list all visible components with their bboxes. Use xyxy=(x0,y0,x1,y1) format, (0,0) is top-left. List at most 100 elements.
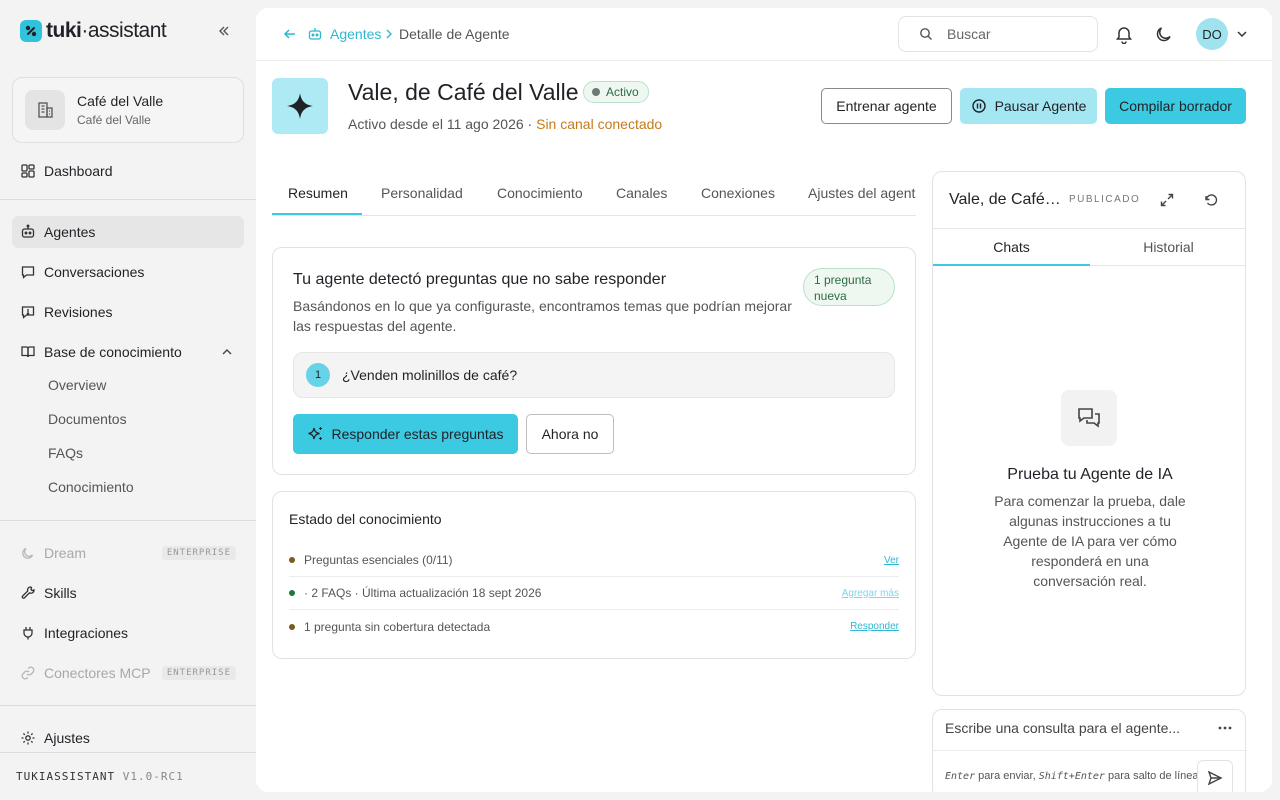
sidebar-item-skills[interactable]: Skills xyxy=(12,577,244,609)
expand-icon[interactable] xyxy=(1159,192,1175,208)
dashboard-icon xyxy=(20,163,36,179)
agent-subtitle: Activo desde el 11 ago 2026 · Sin canal … xyxy=(348,116,662,132)
compile-draft-button[interactable]: Compilar borrador xyxy=(1105,88,1246,124)
preview-title: Vale, de Café del Valle xyxy=(949,191,1061,208)
gear-icon xyxy=(20,730,36,746)
breadcrumb-current: Detalle de Agente xyxy=(399,26,510,42)
send-icon[interactable] xyxy=(1197,760,1233,792)
sidebar-item-label: Dream xyxy=(44,545,87,561)
active-tab-indicator xyxy=(933,264,1090,266)
robot-icon xyxy=(307,26,323,42)
chevron-down-icon[interactable] xyxy=(1235,27,1249,41)
sidebar-item-label: Agentes xyxy=(44,224,96,240)
breadcrumb-agentes-link[interactable]: Agentes xyxy=(330,26,381,42)
sidebar-subitem-documentos[interactable]: Documentos xyxy=(48,409,127,429)
knowledge-row: Preguntas esenciales (0/11) Ver xyxy=(289,544,899,577)
search-input[interactable] xyxy=(947,26,1077,42)
sidebar-item-revisiones[interactable]: Revisiones xyxy=(12,296,244,328)
sidebar-divider xyxy=(0,705,256,706)
sidebar-item-label: Conversaciones xyxy=(44,264,145,280)
responder-link[interactable]: Responder xyxy=(850,621,899,632)
sidebar-item-label: Base de conocimiento xyxy=(44,344,182,360)
new-questions-badge: 1 pregunta nueva xyxy=(803,268,895,306)
reset-icon[interactable] xyxy=(1203,192,1219,208)
search-icon xyxy=(920,28,932,40)
tab-historial[interactable]: Historial xyxy=(1090,239,1245,255)
org-switcher[interactable]: Café del Valle Café del Valle xyxy=(12,77,244,143)
unanswered-questions-card: Tu agente detectó preguntas que no sabe … xyxy=(272,247,916,475)
logo-mark-icon xyxy=(20,20,42,42)
chevron-up-icon xyxy=(220,345,234,359)
hint-shift-enter: Shift+Enter xyxy=(1038,771,1105,782)
channel-warning: Sin canal conectado xyxy=(536,116,663,132)
status-dot xyxy=(289,623,295,630)
hint-enter: Enter xyxy=(945,771,976,782)
collapse-sidebar-icon[interactable] xyxy=(216,23,232,39)
tab-ajustes-agente[interactable]: Ajustes del agente xyxy=(808,185,916,201)
pause-agent-button[interactable]: Pausar Agente xyxy=(960,88,1097,124)
brand-logo[interactable]: tuki·assistant xyxy=(20,19,167,43)
train-agent-button[interactable]: Entrenar agente xyxy=(821,88,952,124)
agent-sparkle-icon xyxy=(272,78,328,134)
hint-text-a: para enviar, xyxy=(975,770,1039,782)
moon-icon[interactable] xyxy=(1154,24,1174,44)
sidebar-item-label: Dashboard xyxy=(44,163,113,179)
sidebar-item-ajustes[interactable]: Ajustes xyxy=(12,722,244,754)
more-options-icon[interactable] xyxy=(1217,725,1233,731)
status-dot xyxy=(289,557,295,563)
sidebar-item-base-conocimiento[interactable]: Base de conocimiento xyxy=(12,336,244,368)
add-more-link[interactable]: Agregar más xyxy=(842,588,899,599)
question-item[interactable]: 1 ¿Venden molinillos de café? xyxy=(293,352,895,398)
wrench-icon xyxy=(20,585,36,601)
tab-conocimiento[interactable]: Conocimiento xyxy=(497,185,583,201)
plug-icon xyxy=(20,625,36,641)
tab-conexiones[interactable]: Conexiones xyxy=(701,185,775,201)
agent-active-since: Activo desde el 11 ago 2026 xyxy=(348,116,524,132)
status-label: Activo xyxy=(606,85,639,99)
status-dot xyxy=(289,590,295,596)
brand-name-bold: tuki xyxy=(46,19,82,42)
moon-crescent-icon xyxy=(20,545,36,561)
sidebar-item-agentes[interactable]: Agentes xyxy=(12,216,244,248)
knowledge-row-text: · 2 FAQs · Última actualización 18 sept … xyxy=(304,586,542,600)
keyboard-hint: Enter para enviar, Shift+Enter para salt… xyxy=(945,770,1199,782)
sidebar-item-conversaciones[interactable]: Conversaciones xyxy=(12,256,244,288)
answer-questions-button[interactable]: Responder estas preguntas xyxy=(293,414,518,454)
tab-chats[interactable]: Chats xyxy=(933,239,1090,255)
ver-link[interactable]: Ver xyxy=(884,555,899,566)
agent-subtitle-separator: · xyxy=(523,116,537,132)
enterprise-badge: ENTERPRISE xyxy=(161,546,236,560)
knowledge-row: 1 pregunta sin cobertura detectada Respo… xyxy=(289,610,899,643)
not-now-button[interactable]: Ahora no xyxy=(526,414,614,454)
answer-questions-label: Responder estas preguntas xyxy=(331,426,504,442)
sidebar-subitem-conocimiento[interactable]: Conocimiento xyxy=(48,477,134,497)
sidebar-item-dashboard[interactable]: Dashboard xyxy=(12,155,244,187)
tab-canales[interactable]: Canales xyxy=(616,185,667,201)
agent-name: Vale, de Café del Valle xyxy=(348,79,579,105)
enterprise-badge: ENTERPRISE xyxy=(161,666,236,680)
back-arrow-icon[interactable] xyxy=(282,26,298,42)
agent-preview-panel: Vale, de Café del Valle PUBLICADO Chats … xyxy=(932,171,1246,696)
sidebar-subitem-faqs[interactable]: FAQs xyxy=(48,443,83,463)
search-box[interactable] xyxy=(898,16,1098,52)
tab-personalidad[interactable]: Personalidad xyxy=(381,185,463,201)
knowledge-row: · 2 FAQs · Última actualización 18 sept … xyxy=(289,577,899,610)
book-icon xyxy=(20,344,36,360)
sidebar-item-integraciones[interactable]: Integraciones xyxy=(12,617,244,649)
pause-circle-icon xyxy=(971,99,986,113)
sidebar-item-dream[interactable]: Dream ENTERPRISE xyxy=(12,537,244,569)
version-number: V1.0-RC1 xyxy=(122,770,184,783)
message-input[interactable] xyxy=(945,720,1205,736)
user-avatar[interactable]: DO xyxy=(1196,18,1228,50)
sidebar-item-conectores-mcp[interactable]: Conectores MCP ENTERPRISE xyxy=(12,657,244,689)
sidebar-subitem-overview[interactable]: Overview xyxy=(48,375,106,395)
bell-icon[interactable] xyxy=(1114,24,1134,44)
chat-composer: Enter para enviar, Shift+Enter para salt… xyxy=(932,709,1247,792)
chat-bubble-icon xyxy=(20,264,36,280)
pause-agent-label: Pausar Agente xyxy=(994,98,1087,114)
tab-resumen[interactable]: Resumen xyxy=(288,185,348,201)
empty-state-description: Para comenzar la prueba, dale algunas in… xyxy=(994,493,1186,589)
knowledge-status-card: Estado del conocimiento Preguntas esenci… xyxy=(272,491,916,659)
empty-state-title: Prueba tu Agente de IA xyxy=(1007,466,1173,483)
status-badge: Activo xyxy=(583,81,649,103)
